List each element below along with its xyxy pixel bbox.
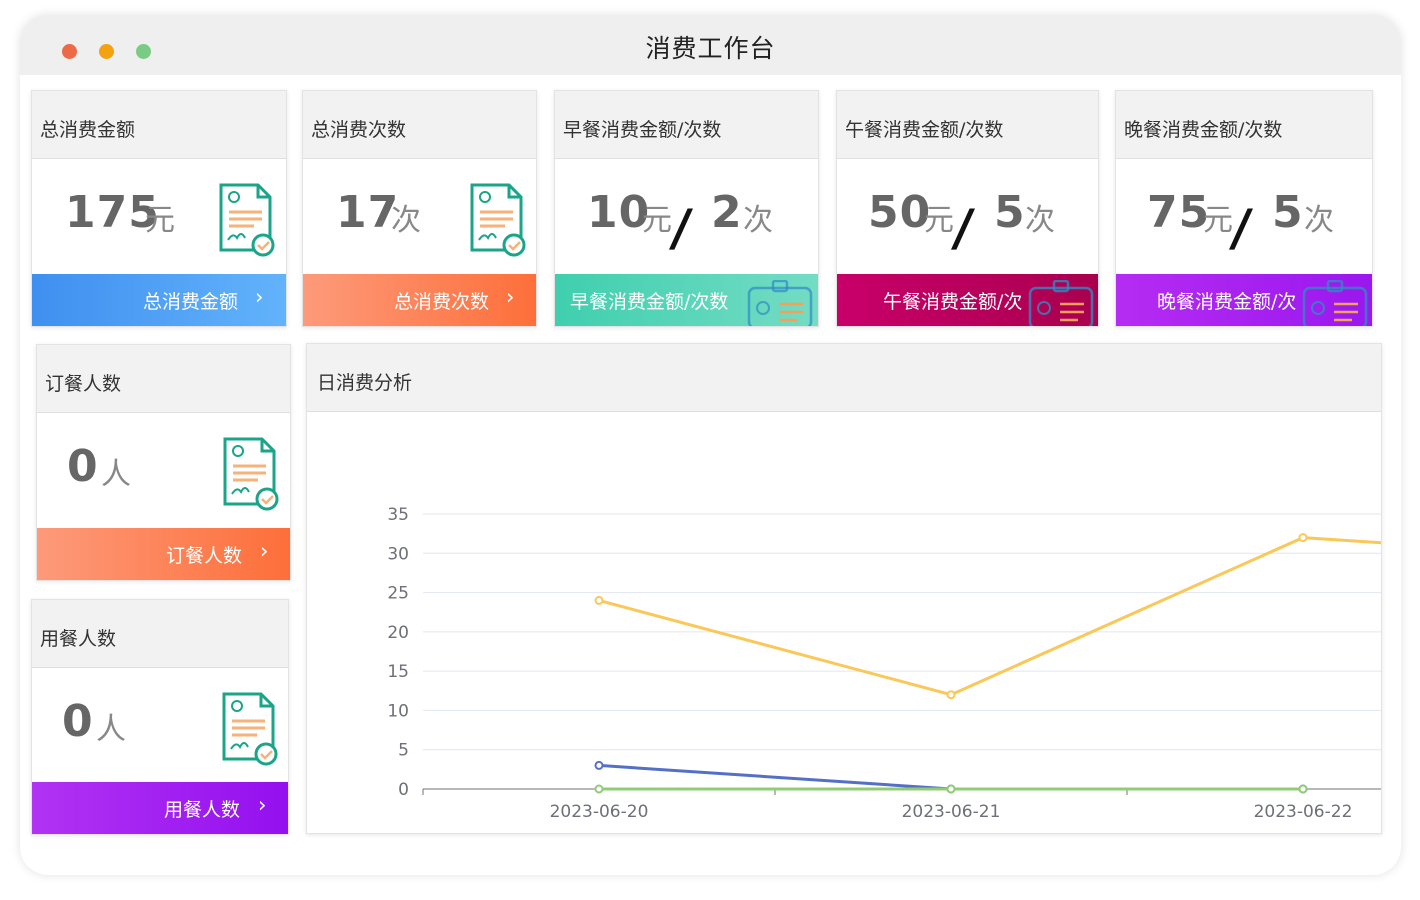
dinner-link[interactable]: 晚餐消费金额/次 <box>1116 274 1372 326</box>
y-tick-label: 30 <box>387 544 409 564</box>
dining-people-value: 0 <box>62 696 94 747</box>
data-point <box>946 784 956 794</box>
id-badge-icon <box>1302 280 1368 326</box>
footer-label: 用餐人数 <box>164 799 241 821</box>
y-tick-label: 15 <box>387 662 409 682</box>
card-total-count: 总消费次数 17 次 总消费次数 › <box>302 90 537 327</box>
app-window: 消费工作台 总消费金额 175 元 总消费金额 › 总消费次数 17 次 总消费… <box>20 15 1401 875</box>
dining-people-link[interactable]: 用餐人数 › <box>32 782 288 834</box>
footer-label: 晚餐消费金额/次 <box>1157 291 1297 313</box>
card-breakfast: 早餐消费金额/次数 10 元 / 2 次 早餐消费金额/次数 <box>554 90 819 327</box>
order-people-link[interactable]: 订餐人数 › <box>37 528 290 580</box>
dinner-amount-unit: 元 <box>1203 203 1233 238</box>
card-title: 午餐消费金额/次数 <box>837 91 1098 159</box>
card-title: 总消费金额 <box>32 91 286 159</box>
card-title: 早餐消费金额/次数 <box>555 91 818 159</box>
y-tick-label: 5 <box>398 741 409 761</box>
certificate-doc-icon <box>223 437 279 511</box>
window-title: 消费工作台 <box>645 34 776 63</box>
dining-people-unit: 人 <box>96 712 126 747</box>
breakfast-count-value: 2 <box>711 187 743 238</box>
y-tick-label: 10 <box>387 701 409 721</box>
daily-consumption-panel: 日消费分析 0 5 10 15 20 25 30 35 2023-06-20 2023-06-21… <box>306 343 1382 834</box>
lunch-count-value: 5 <box>994 187 1026 238</box>
chevron-right-icon: › <box>506 285 515 309</box>
lunch-count-unit: 次 <box>1025 203 1055 238</box>
breakfast-amount-unit: 元 <box>642 203 672 238</box>
y-tick-label: 35 <box>387 505 409 525</box>
data-point <box>1298 533 1308 543</box>
y-tick-label: 20 <box>387 623 409 643</box>
y-tick-label: 25 <box>387 584 409 604</box>
footer-label: 午餐消费金额/次 <box>883 291 1023 313</box>
dinner-count-value: 5 <box>1272 187 1304 238</box>
total-count-link[interactable]: 总消费次数 › <box>303 274 536 326</box>
total-count-unit: 次 <box>391 203 421 238</box>
card-total-amount: 总消费金额 175 元 总消费金额 › <box>31 90 287 327</box>
id-badge-icon <box>747 280 813 326</box>
certificate-doc-icon <box>219 183 275 257</box>
daily-consumption-chart: 0 5 10 15 20 25 30 35 2023-06-20 2023-06-21 2023-0… <box>387 505 1381 822</box>
dinner-amount-value: 75 <box>1147 187 1211 238</box>
title-bar: 消费工作台 <box>20 15 1401 75</box>
card-title: 订餐人数 <box>37 345 290 413</box>
footer-label: 总消费次数 <box>394 291 490 313</box>
chevron-right-icon: › <box>258 793 267 817</box>
x-tick-label: 2023-06-22 <box>1254 802 1353 822</box>
data-point <box>946 690 956 700</box>
dinner-count-unit: 次 <box>1304 203 1334 238</box>
x-tick-label: 2023-06-21 <box>902 802 1001 822</box>
certificate-doc-icon <box>470 183 526 257</box>
footer-label: 订餐人数 <box>166 545 243 567</box>
order-people-unit: 人 <box>101 457 131 492</box>
footer-label: 早餐消费金额/次数 <box>570 291 729 313</box>
card-title: 用餐人数 <box>32 600 288 668</box>
card-title: 总消费次数 <box>303 91 536 159</box>
y-tick-label: 0 <box>398 780 409 800</box>
breakfast-link[interactable]: 早餐消费金额/次数 <box>555 274 818 326</box>
order-people-value: 0 <box>67 441 99 492</box>
data-point <box>594 784 604 794</box>
x-tick-label: 2023-06-20 <box>550 802 649 822</box>
lunch-amount-unit: 元 <box>924 203 954 238</box>
breakfast-amount-value: 10 <box>587 187 651 238</box>
data-point <box>594 760 604 770</box>
lunch-amount-value: 50 <box>868 187 932 238</box>
certificate-doc-icon <box>222 692 278 766</box>
data-point <box>594 595 604 605</box>
chevron-right-icon: › <box>255 285 264 309</box>
lunch-link[interactable]: 午餐消费金额/次 <box>837 274 1098 326</box>
card-lunch: 午餐消费金额/次数 50 元 / 5 次 午餐消费金额/次 <box>836 90 1099 327</box>
total-count-value: 17 <box>336 187 400 238</box>
chevron-right-icon: › <box>260 539 269 563</box>
card-title: 晚餐消费金额/次数 <box>1116 91 1372 159</box>
card-dinner: 晚餐消费金额/次数 75 元 / 5 次 晚餐消费金额/次 <box>1115 90 1373 327</box>
card-dining-people: 用餐人数 0 人 用餐人数 › <box>31 599 289 835</box>
card-order-people: 订餐人数 0 人 订餐人数 › <box>36 344 291 581</box>
breakfast-count-unit: 次 <box>743 203 773 238</box>
data-point <box>1298 784 1308 794</box>
total-amount-unit: 元 <box>145 203 175 238</box>
chart-panel-title: 日消费分析 <box>307 344 1381 412</box>
footer-label: 总消费金额 <box>143 291 239 313</box>
total-amount-link[interactable]: 总消费金额 › <box>32 274 286 326</box>
id-badge-icon <box>1028 280 1094 326</box>
